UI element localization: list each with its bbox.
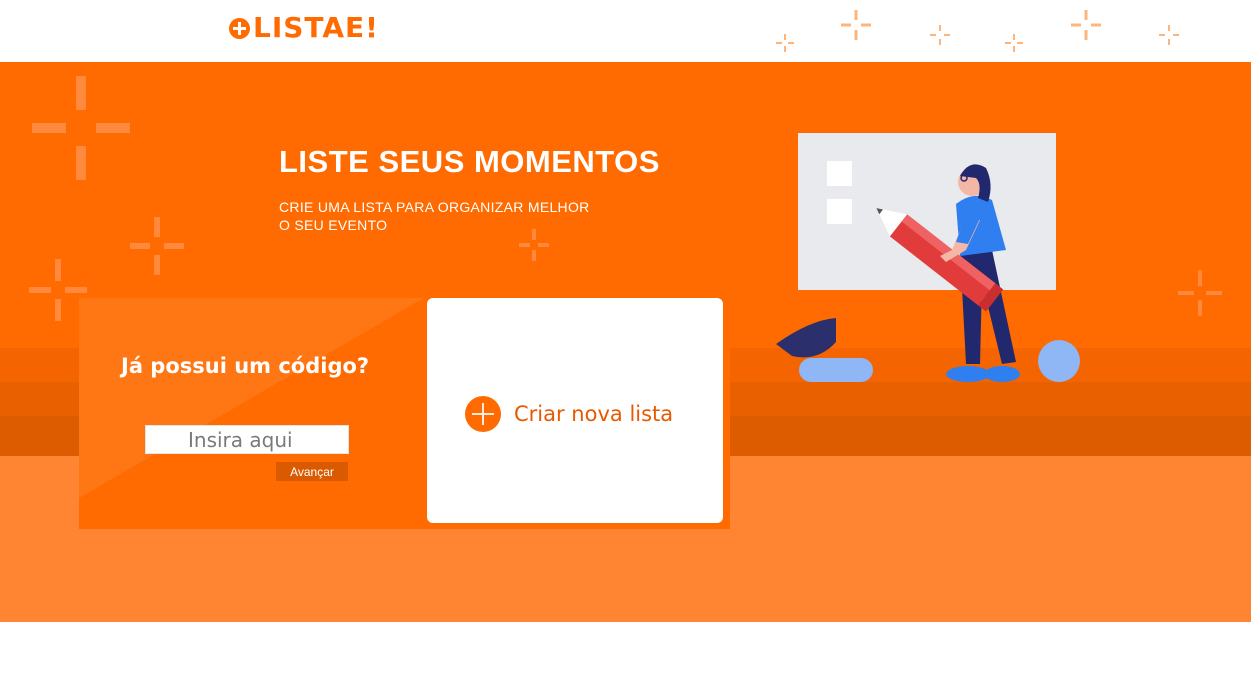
next-button[interactable]: Avançar [276,462,348,481]
top-header: LISTAE! [0,0,1251,62]
sparkle-icon [841,10,871,40]
hero-section: LISTE SEUS MOMENTOS CRIE UMA LISTA PARA … [0,62,1251,622]
hero-subtitle: CRIE UMA LISTA PARA ORGANIZAR MELHOR O S… [279,199,590,233]
sparkle-icon [1071,10,1101,40]
create-list-card[interactable]: Criar nova lista [427,298,723,523]
woman-holding-pencil-illustration [776,133,1080,382]
create-list-label: Criar nova lista [514,402,674,426]
sparkle-icon [1159,25,1179,45]
create-list-button[interactable]: Criar nova lista [465,396,673,432]
logo[interactable]: LISTAE! [229,14,379,42]
code-input[interactable] [145,425,349,454]
hero-title: LISTE SEUS MOMENTOS [279,144,660,179]
sparkle-icon [1005,34,1023,52]
plus-circle-icon [465,396,501,432]
sparkle-icon [32,76,130,180]
panel-decoration [79,298,424,498]
logo-plus-icon [229,17,250,39]
sparkle-icon [930,25,950,45]
join-title: Já possui um código? [121,354,370,378]
sparkle-icon [1178,270,1222,316]
sparkle-icon [130,217,184,275]
logo-text: LISTAE! [253,11,379,44]
sparkle-icon [776,34,794,52]
